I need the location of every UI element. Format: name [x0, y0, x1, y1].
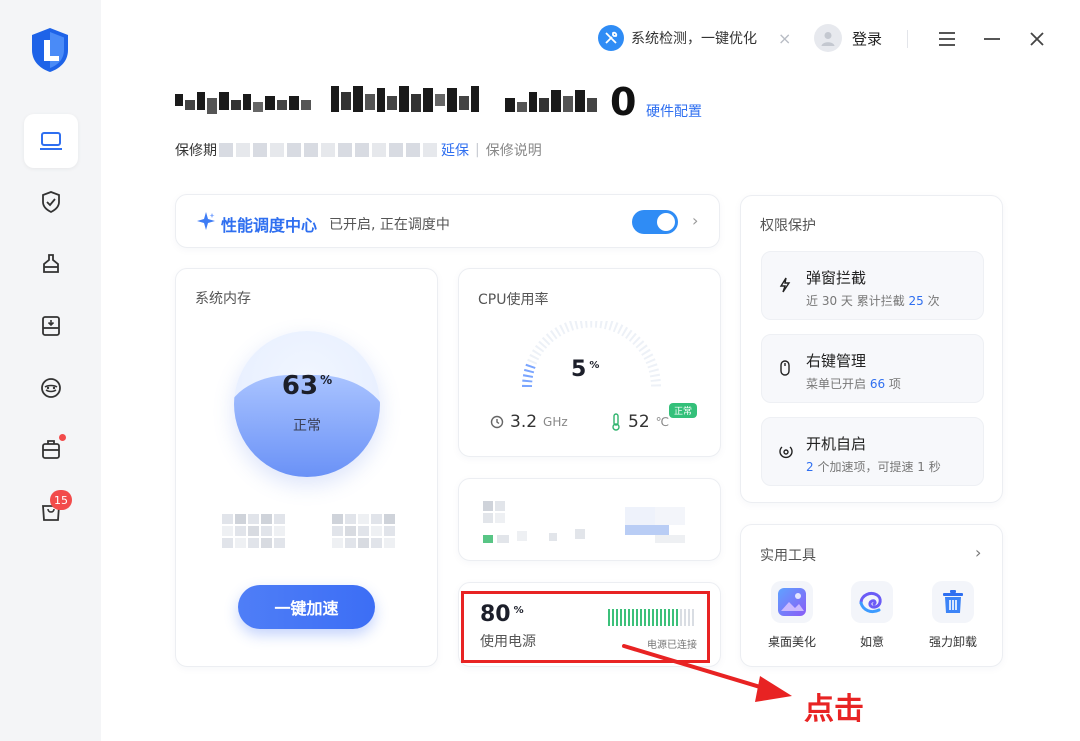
shield-check-icon	[42, 191, 60, 214]
performance-center-status: 已开启, 正在调度中	[329, 217, 450, 233]
power-on-icon	[779, 446, 793, 459]
cpu-card-title: CPU使用率	[478, 292, 549, 308]
mouse-icon	[780, 360, 790, 376]
menu-icon	[939, 32, 955, 46]
chevron-right-icon[interactable]: ›	[692, 211, 698, 230]
ruyi-icon	[851, 581, 893, 623]
memory-value: 63%	[281, 371, 333, 401]
performance-center-card[interactable]: 性能调度中心 已开启, 正在调度中 ›	[175, 194, 720, 248]
tool-force-uninstall[interactable]: 强力卸载	[922, 581, 984, 650]
warranty-separator: |	[475, 142, 480, 158]
sidebar: 15	[0, 0, 101, 741]
one-click-speedup-button[interactable]: 一键加速	[238, 585, 375, 629]
game-icon	[41, 378, 61, 398]
temperature-status-badge: 正常	[669, 403, 698, 418]
sidebar-item-toolbox[interactable]	[24, 422, 78, 476]
thermometer-icon	[612, 413, 620, 431]
memory-status: 正常	[293, 418, 321, 434]
cleaner-icon	[43, 254, 59, 273]
annotation-click-label: 点击	[804, 692, 864, 727]
redacted-warranty-date	[219, 143, 437, 157]
sidebar-item-store[interactable]: 15	[24, 484, 78, 538]
permission-item-popup-block[interactable]: 弹窗拦截 近 30 天 累计拦截 25 次	[761, 251, 984, 320]
menu-button[interactable]	[932, 24, 962, 54]
cpu-usage-value: 5%	[571, 357, 600, 382]
extend-warranty-link[interactable]: 延保	[441, 140, 469, 160]
title-divider	[907, 30, 908, 48]
wrench-icon	[598, 25, 624, 51]
app-logo-icon	[32, 28, 68, 72]
warranty-note-link[interactable]: 保修说明	[486, 140, 542, 160]
close-button[interactable]	[1022, 24, 1052, 54]
login-label: 登录	[852, 29, 883, 48]
cpu-temperature: 52 ℃	[610, 412, 669, 432]
redacted-card	[458, 478, 721, 561]
cpu-frequency: 3.2 GHz	[490, 412, 568, 432]
close-icon	[1030, 32, 1044, 46]
performance-center-title: 性能调度中心	[221, 216, 318, 235]
lightning-icon	[779, 277, 791, 293]
redacted-memory-stats-right	[332, 514, 395, 548]
sidebar-item-cleanup[interactable]	[24, 237, 78, 291]
warranty-row: 保修期 延保 | 保修说明	[175, 140, 542, 160]
device-name-suffix: 0	[610, 80, 637, 124]
drive-icon	[42, 316, 60, 336]
redacted-memory-stats-left	[222, 514, 285, 548]
sidebar-item-security[interactable]	[24, 175, 78, 229]
sidebar-item-device[interactable]	[24, 114, 78, 168]
memory-gauge: 63% 正常	[234, 331, 380, 477]
permission-card-title: 权限保护	[760, 218, 816, 234]
warranty-label: 保修期	[175, 143, 217, 159]
device-name: 0	[175, 78, 636, 126]
tool-ruyi[interactable]: 如意	[841, 581, 903, 650]
minimize-icon	[984, 38, 1000, 40]
sidebar-item-drive[interactable]	[24, 299, 78, 353]
permission-item-right-click[interactable]: 右键管理 菜单已开启 66 项	[761, 334, 984, 403]
chevron-right-icon[interactable]: ›	[975, 543, 981, 562]
tools-card-title: 实用工具	[760, 548, 816, 564]
system-check-label: 系统检测，一键优化	[631, 31, 757, 47]
notification-badge: 15	[50, 490, 72, 510]
laptop-icon	[40, 132, 62, 150]
sidebar-item-game[interactable]	[24, 361, 78, 415]
clock-icon	[490, 415, 504, 429]
close-banner-icon[interactable]: ×	[778, 29, 791, 48]
sparkle-icon	[197, 212, 215, 230]
minimize-button[interactable]	[977, 24, 1007, 54]
memory-card-title: 系统内存	[195, 291, 251, 307]
cpu-card: CPU使用率 5% 3.2 GHz 52 ℃ 正常	[458, 268, 721, 457]
performance-toggle[interactable]	[632, 210, 678, 234]
avatar-icon	[814, 24, 842, 52]
system-check-banner[interactable]: 系统检测，一键优化 ×	[598, 25, 791, 51]
hardware-config-link[interactable]: 硬件配置	[646, 101, 702, 121]
desktop-beautify-icon	[771, 581, 813, 623]
title-bar: 系统检测，一键优化 × 登录	[101, 0, 1080, 78]
redacted-device-name	[175, 86, 597, 114]
permission-protection-card: 权限保护 弹窗拦截 近 30 天 累计拦截 25 次 右键管理 菜单已开启 66…	[740, 195, 1003, 503]
permission-item-startup[interactable]: 开机自启 2 个加速项，可提速 1 秒	[761, 417, 984, 486]
login-button[interactable]: 登录	[814, 24, 882, 52]
memory-card: 系统内存 63% 正常 一键加速	[175, 268, 438, 667]
annotation-arrow-icon	[622, 644, 792, 702]
notification-dot	[59, 434, 66, 441]
trash-icon	[932, 581, 974, 623]
